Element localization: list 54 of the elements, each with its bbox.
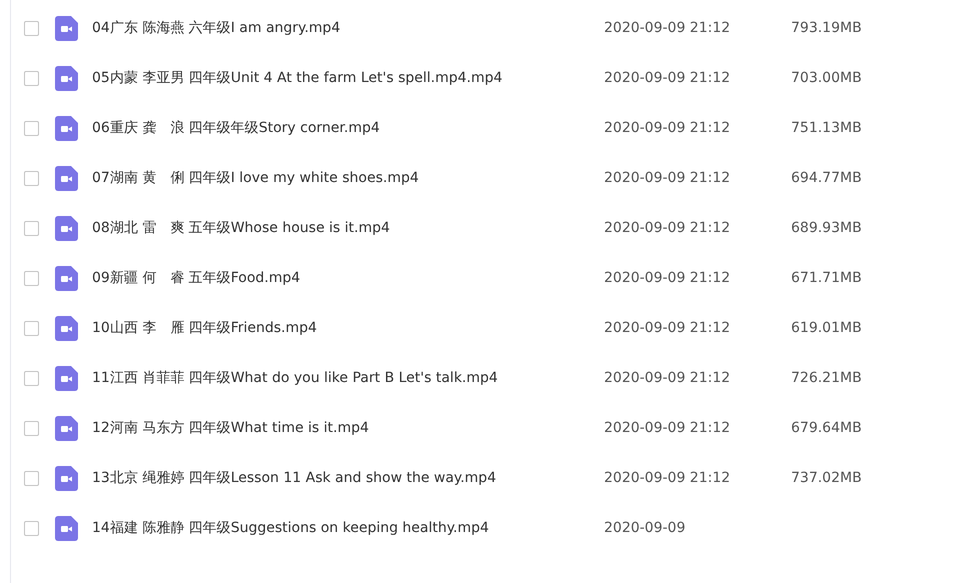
file-name[interactable]: 10山西 李 雁 四年级Friends.mp4 xyxy=(92,319,604,337)
file-size: 751.13MB xyxy=(791,120,862,136)
file-name[interactable]: 05内蒙 李亚男 四年级Unit 4 At the farm Let's spell.mp4.mp4 xyxy=(92,69,604,87)
modified-date: 2020-09-09 21:12 xyxy=(604,120,732,136)
checkbox[interactable] xyxy=(24,320,39,336)
file-size: 619.01MB xyxy=(791,320,862,336)
video-file-icon xyxy=(55,16,78,40)
file-name[interactable]: 14福建 陈雅静 四年级Suggestions on keeping healthy.mp4 xyxy=(92,519,604,537)
file-name[interactable]: 13北京 绳雅婷 四年级Lesson 11 Ask and show the way.mp4 xyxy=(92,469,604,487)
modified-date: 2020-09-09 21:12 xyxy=(604,470,732,486)
file-size: 689.93MB xyxy=(791,220,862,236)
checkbox[interactable] xyxy=(24,270,39,286)
checkbox[interactable] xyxy=(24,520,39,536)
file-name[interactable]: 04广东 陈海燕 六年级I am angry.mp4 xyxy=(92,19,604,37)
file-size: 737.02MB xyxy=(791,470,862,486)
video-file-icon xyxy=(55,366,78,390)
checkbox[interactable] xyxy=(24,420,39,436)
file-size: 694.77MB xyxy=(791,170,862,186)
video-file-icon xyxy=(55,216,78,240)
modified-date: 2020-09-09 xyxy=(604,520,686,536)
file-size: 793.19MB xyxy=(791,20,862,36)
modified-date: 2020-09-09 21:12 xyxy=(604,70,732,86)
file-name[interactable]: 12河南 马东方 四年级What time is it.mp4 xyxy=(92,419,604,437)
video-file-icon xyxy=(55,466,78,490)
video-file-icon xyxy=(55,516,78,540)
file-name[interactable]: 07湖南 黄 俐 四年级I love my white shoes.mp4 xyxy=(92,169,604,187)
modified-date: 2020-09-09 21:12 xyxy=(604,20,732,36)
checkbox[interactable] xyxy=(24,120,39,136)
modified-date: 2020-09-09 21:12 xyxy=(604,220,732,236)
modified-date: 2020-09-09 21:12 xyxy=(604,270,732,286)
video-file-icon xyxy=(55,116,78,140)
modified-date: 2020-09-09 21:12 xyxy=(604,170,732,186)
modified-date: 2020-09-09 21:12 xyxy=(604,370,732,386)
file-name[interactable]: 06重庆 龚 浪 四年级年级Story corner.mp4 xyxy=(92,119,604,137)
checkbox[interactable] xyxy=(24,20,39,36)
file-size: 671.71MB xyxy=(791,270,862,286)
modified-date: 2020-09-09 21:12 xyxy=(604,320,732,336)
video-file-icon xyxy=(55,166,78,190)
file-name[interactable]: 08湖北 雷 爽 五年级Whose house is it.mp4 xyxy=(92,219,604,237)
checkbox[interactable] xyxy=(24,70,39,86)
video-file-icon xyxy=(55,416,78,440)
video-file-icon xyxy=(55,66,78,90)
file-name[interactable]: 09新疆 何 睿 五年级Food.mp4 xyxy=(92,269,604,287)
file-size: 679.64MB xyxy=(791,420,862,436)
checkbox[interactable] xyxy=(24,370,39,386)
file-size: 703.00MB xyxy=(791,70,862,86)
checkbox[interactable] xyxy=(24,470,39,486)
checkbox[interactable] xyxy=(24,170,39,186)
file-name[interactable]: 11江西 肖菲菲 四年级What do you like Part B Let's talk.mp4 xyxy=(92,369,604,387)
checkbox[interactable] xyxy=(24,220,39,236)
video-file-icon xyxy=(55,316,78,340)
file-size: 726.21MB xyxy=(791,370,862,386)
video-file-icon xyxy=(55,266,78,290)
modified-date: 2020-09-09 21:12 xyxy=(604,420,732,436)
